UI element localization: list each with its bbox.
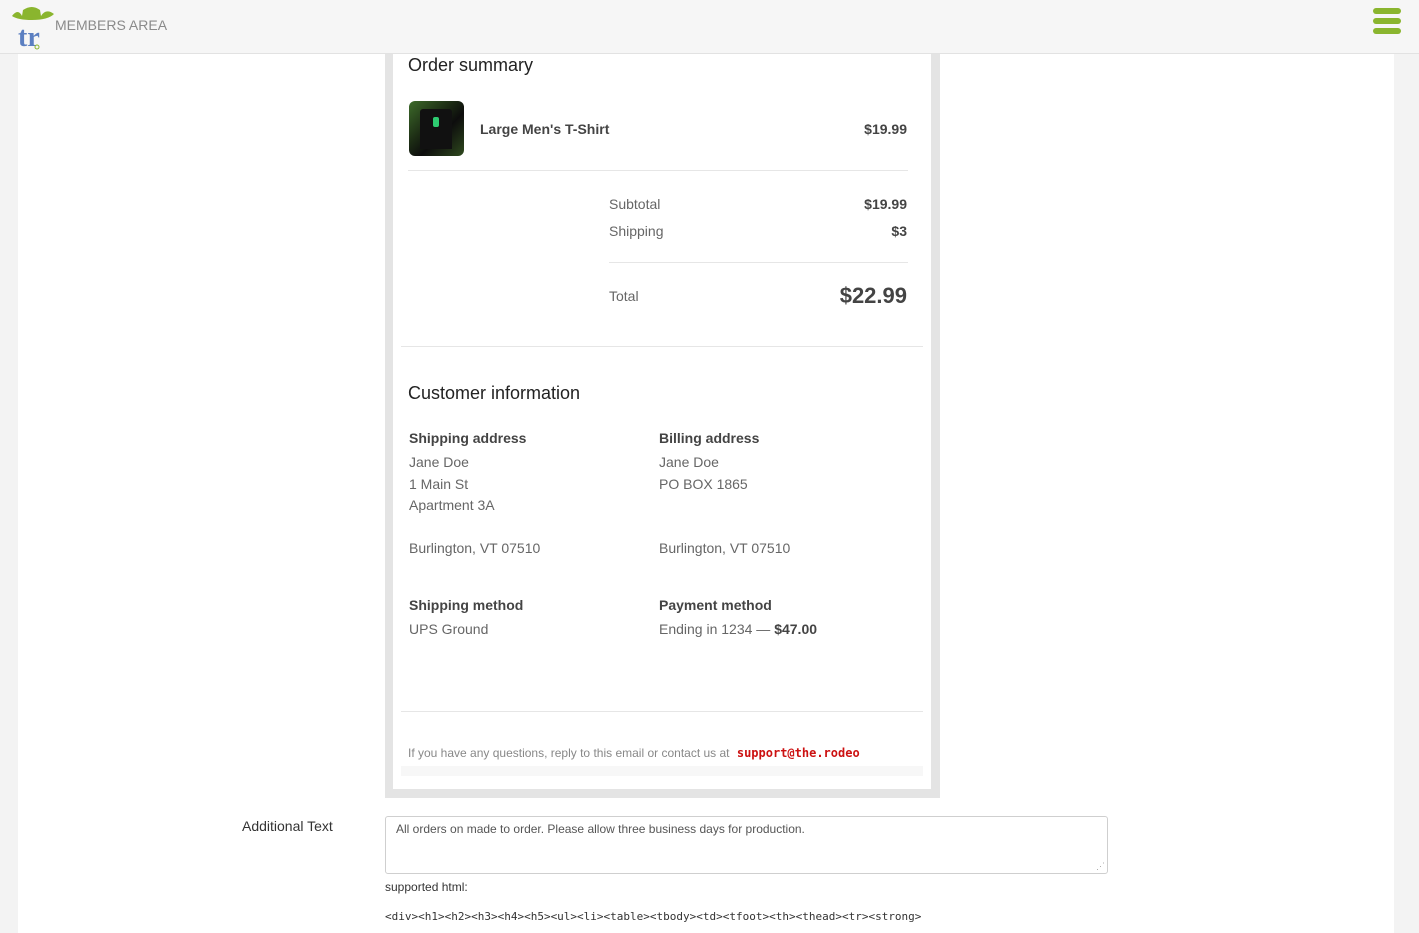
supported-html-tags: <div><h1><h2><h3><h4><h5><ul><li><table>…	[385, 910, 922, 923]
shipping-address-heading: Shipping address	[409, 430, 527, 446]
billing-address-line1: PO BOX 1865	[659, 476, 748, 492]
product-thumbnail	[409, 101, 464, 156]
support-email-link[interactable]: support@the.rodeo	[737, 746, 860, 760]
subtotal-value: $19.99	[864, 196, 907, 212]
shipping-address-name: Jane Doe	[409, 454, 469, 470]
resize-grip-icon[interactable]: ⋰	[1096, 862, 1105, 871]
hamburger-menu-icon[interactable]	[1373, 8, 1401, 34]
top-header: tr MEMBERS AREA	[0, 0, 1419, 54]
divider	[609, 262, 908, 263]
shipping-address-city: Burlington, VT 07510	[409, 540, 541, 556]
order-summary-title: Order summary	[408, 55, 534, 75]
members-area-label: MEMBERS AREA	[55, 17, 168, 33]
customer-information-title: Customer information	[408, 383, 581, 403]
shipping-method-heading: Shipping method	[409, 597, 524, 613]
email-preview-body: Order summary Large Men's T-Shirt $19.99…	[393, 0, 931, 789]
payment-card-ending: Ending in 1234 —	[659, 621, 771, 637]
additional-text-input[interactable]: All orders on made to order. Please allo…	[385, 816, 1108, 874]
total-value: $22.99	[839, 283, 907, 308]
divider	[401, 711, 923, 712]
supported-html-label: supported html:	[385, 880, 468, 894]
billing-address-heading: Billing address	[659, 430, 760, 446]
divider	[401, 346, 923, 347]
payment-amount: $47.00	[774, 621, 818, 637]
footer-note: If you have any questions, reply to this…	[408, 746, 860, 760]
shipping-method-value: UPS Ground	[409, 621, 489, 637]
billing-address-name: Jane Doe	[659, 454, 719, 470]
shipping-label: Shipping	[609, 223, 664, 239]
payment-method-heading: Payment method	[659, 597, 772, 613]
shipping-address-line2: Apartment 3A	[409, 497, 495, 513]
product-name: Large Men's T-Shirt	[480, 121, 610, 137]
billing-address-city: Burlington, VT 07510	[659, 540, 791, 556]
footer-note-text: If you have any questions, reply to this…	[408, 746, 730, 760]
payment-method-value: Ending in 1234 — $47.00	[659, 621, 817, 637]
site-logo-icon[interactable]: tr	[8, 2, 56, 50]
total-label: Total	[609, 288, 639, 304]
svg-text:tr: tr	[18, 22, 40, 50]
product-price: $19.99	[864, 121, 907, 137]
subtotal-label: Subtotal	[609, 196, 661, 212]
shipping-value: $3	[891, 223, 907, 239]
shipping-address-line1: 1 Main St	[409, 476, 469, 492]
additional-text-label: Additional Text	[242, 818, 333, 834]
divider	[408, 170, 908, 171]
footer-shade	[401, 766, 923, 776]
email-preview-frame: Order summary Large Men's T-Shirt $19.99…	[385, 0, 940, 798]
